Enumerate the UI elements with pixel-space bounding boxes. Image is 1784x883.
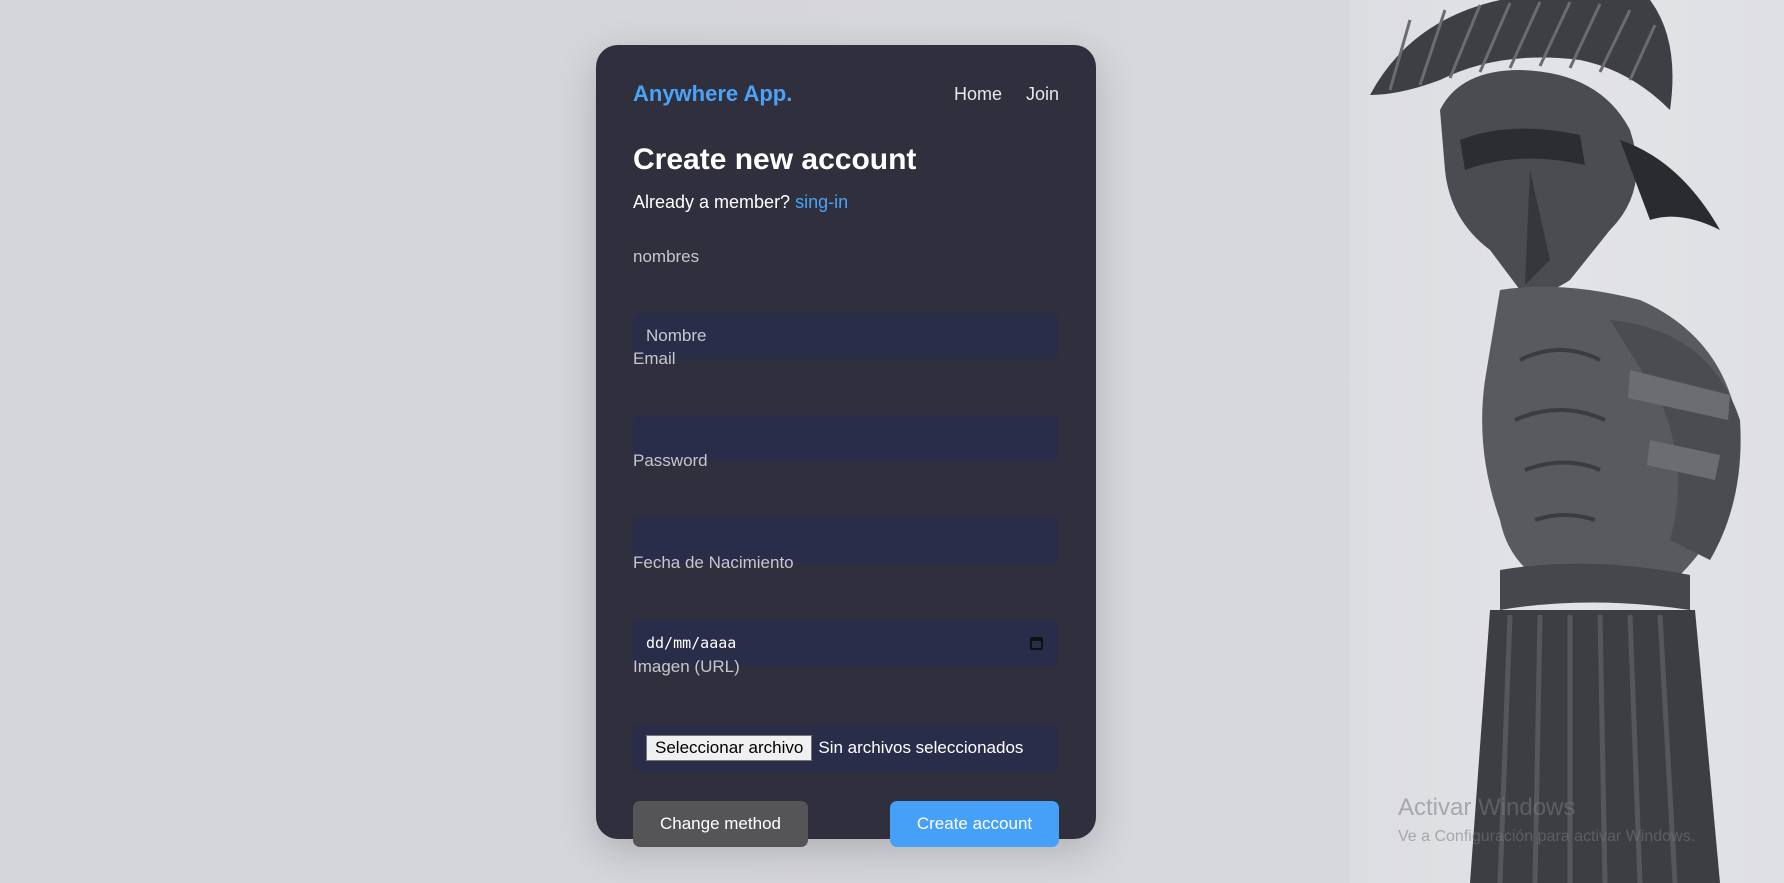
nombres-input[interactable]: Nombre [633,313,1058,359]
signin-prompt: Already a member? sing-in [633,192,848,213]
birthdate-value: dd/mm/aaaa [646,634,737,652]
password-label: Password [633,451,708,470]
calendar-icon[interactable] [1030,636,1043,650]
image-file-input[interactable]: Seleccionar archivo Sin archivos selecci… [633,725,1058,771]
email-label: Email [633,349,676,368]
signin-link[interactable]: sing-in [795,192,848,212]
choose-file-button[interactable]: Seleccionar archivo [646,735,813,761]
brand-logo[interactable]: Anywhere App. [633,81,792,107]
birthdate-label: Fecha de Nacimiento [633,553,794,572]
nav-join-link[interactable]: Join [1026,84,1059,105]
warrior-silhouette [1370,0,1741,883]
windows-activation-title: Activar Windows [1398,794,1576,821]
signin-prompt-text: Already a member? [633,192,791,212]
file-status-text: Sin archivos seleccionados [818,738,1024,757]
nombres-placeholder: Nombre [646,326,707,345]
nav-home-link[interactable]: Home [954,84,1002,105]
signup-card: Anywhere App. Home Join Create new accou… [596,45,1096,847]
nombres-label: nombres [633,247,700,266]
create-account-button[interactable]: Create account [890,801,1059,847]
change-method-button[interactable]: Change method [633,801,808,847]
spartan-warrior-illustration [1350,0,1784,883]
page-title: Create new account [633,143,917,176]
image-label: Imagen (URL) [633,657,740,676]
windows-activation-subtitle: Ve a Configuración para activar Windows. [1398,828,1696,845]
nav-links: Home Join [954,84,1059,105]
top-nav: Anywhere App. Home Join [633,81,1059,113]
